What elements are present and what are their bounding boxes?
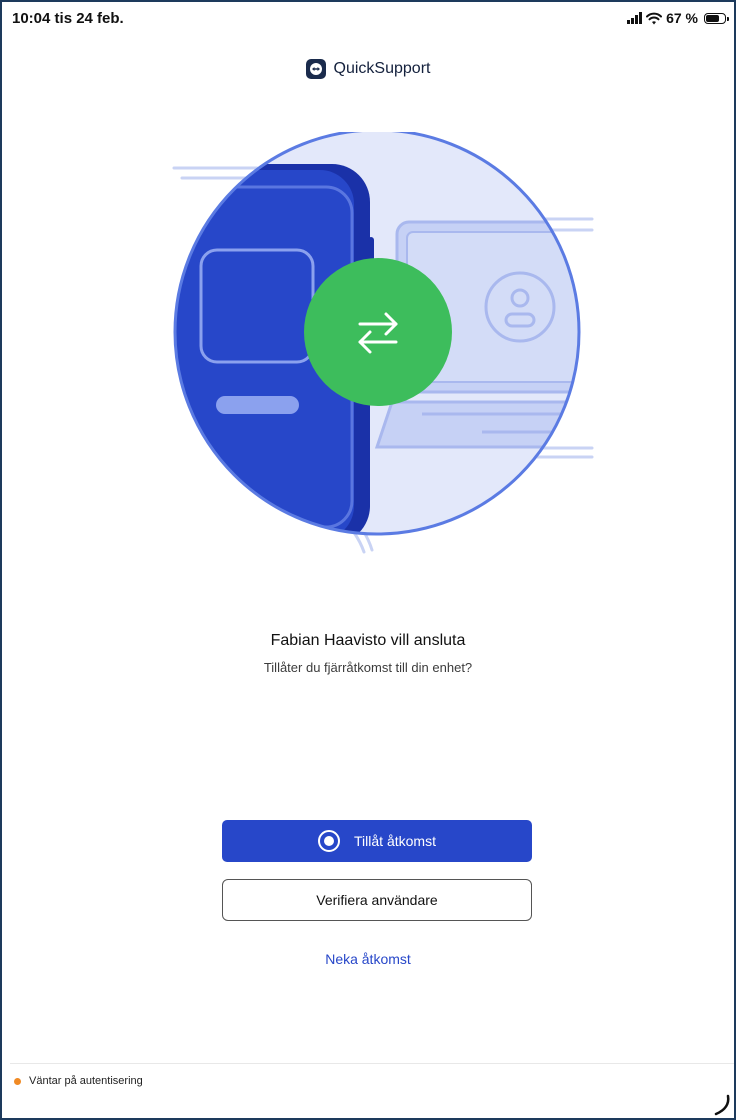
allow-access-button[interactable]: Tillåt åtkomst: [222, 820, 532, 862]
status-indicators: 67 %: [627, 10, 729, 26]
swap-arrows-icon: [304, 258, 452, 406]
status-time: 10:04 tis 24 feb.: [12, 10, 124, 27]
radio-selected-icon: [318, 830, 341, 852]
connection-illustration: [172, 132, 594, 554]
prompt-subtitle: Tillåter du fjärråtkomst till din enhet?: [263, 660, 473, 675]
connection-prompt: Fabian Haavisto vill ansluta Tillåter du…: [2, 632, 734, 675]
teamviewer-logo-icon: [305, 59, 326, 79]
verify-user-button[interactable]: Verifiera användare: [222, 879, 532, 921]
app-header: QuickSupport: [2, 56, 734, 82]
verify-user-label: Verifiera användare: [316, 892, 438, 908]
footer-status: Väntar på autentisering: [14, 1075, 143, 1087]
signal-icon: [627, 12, 643, 24]
app-title: QuickSupport: [333, 60, 431, 77]
status-dot-icon: [14, 1077, 21, 1085]
allow-access-label: Tillåt åtkomst: [354, 833, 436, 849]
battery-icon: [704, 12, 729, 24]
footer-status-text: Väntar på autentisering: [29, 1075, 143, 1087]
deny-access-link[interactable]: Neka åtkomst: [2, 951, 734, 967]
wifi-icon: [646, 12, 663, 24]
app-window: 10:04 tis 24 feb. 67 % QuickSupport Fabi…: [0, 0, 736, 1120]
status-bar: 10:04 tis 24 feb. 67 %: [2, 2, 734, 32]
corner-curve-icon: [714, 1094, 730, 1116]
footer-divider: [10, 1063, 734, 1064]
battery-percent: 67 %: [666, 10, 698, 26]
prompt-title: Fabian Haavisto vill ansluta: [270, 632, 466, 649]
